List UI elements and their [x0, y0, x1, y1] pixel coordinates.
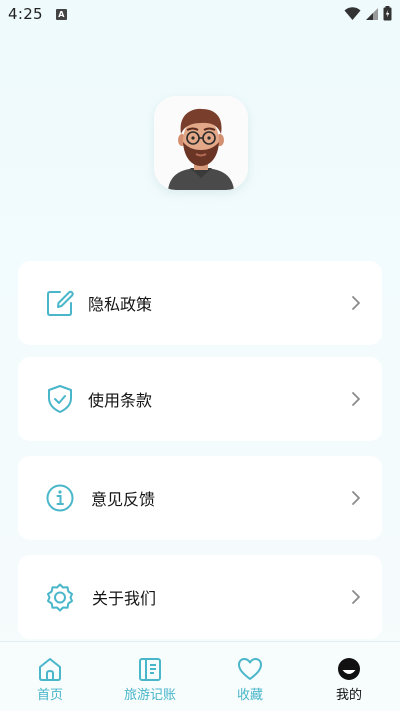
tab-travel-ledger[interactable]: 旅游记账 [105, 642, 195, 711]
tab-mine[interactable]: 我的 [304, 642, 394, 711]
tab-label: 我的 [335, 688, 362, 703]
avatar-image [154, 96, 248, 190]
status-bar: 4:25 A [0, 0, 400, 28]
tab-label: 首页 [36, 688, 63, 703]
info-icon [46, 484, 74, 512]
tab-home[interactable]: 首页 [5, 642, 95, 711]
edit-icon [47, 290, 74, 316]
signal-icon [366, 7, 378, 20]
menu-item-label: 关于我们 [92, 589, 157, 608]
menu-item-label: 意见反馈 [91, 490, 156, 509]
menu-item-privacy-policy[interactable]: 隐私政策 [18, 261, 382, 345]
tab-favorites[interactable]: 收藏 [205, 642, 295, 711]
tab-label: 旅游记账 [123, 688, 176, 703]
status-time: 4:25 [8, 5, 43, 23]
menu-item-feedback[interactable]: 意见反馈 [18, 456, 382, 540]
chevron-right-icon [352, 392, 360, 406]
menu-item-label: 使用条款 [88, 391, 153, 410]
home-icon [39, 658, 61, 681]
bottom-tab-bar: 首页 旅游记账 收藏 我的 [0, 641, 400, 711]
avatar[interactable] [154, 96, 248, 190]
profile-face-icon [338, 658, 360, 680]
tab-label: 收藏 [236, 688, 263, 703]
menu-item-about-us[interactable]: 关于我们 [18, 555, 382, 639]
heart-icon [238, 658, 262, 680]
status-icons [344, 6, 392, 21]
gear-icon [47, 583, 73, 612]
ledger-icon [139, 658, 161, 681]
chevron-right-icon [352, 491, 360, 505]
menu-item-label: 隐私政策 [88, 295, 153, 314]
shield-check-icon [48, 385, 72, 413]
accessibility-indicator-icon: A [55, 8, 67, 20]
wifi-icon [344, 6, 361, 20]
chevron-right-icon [352, 296, 360, 310]
chevron-right-icon [352, 590, 360, 604]
menu-item-terms-of-use[interactable]: 使用条款 [18, 357, 382, 441]
battery-icon [383, 6, 392, 21]
